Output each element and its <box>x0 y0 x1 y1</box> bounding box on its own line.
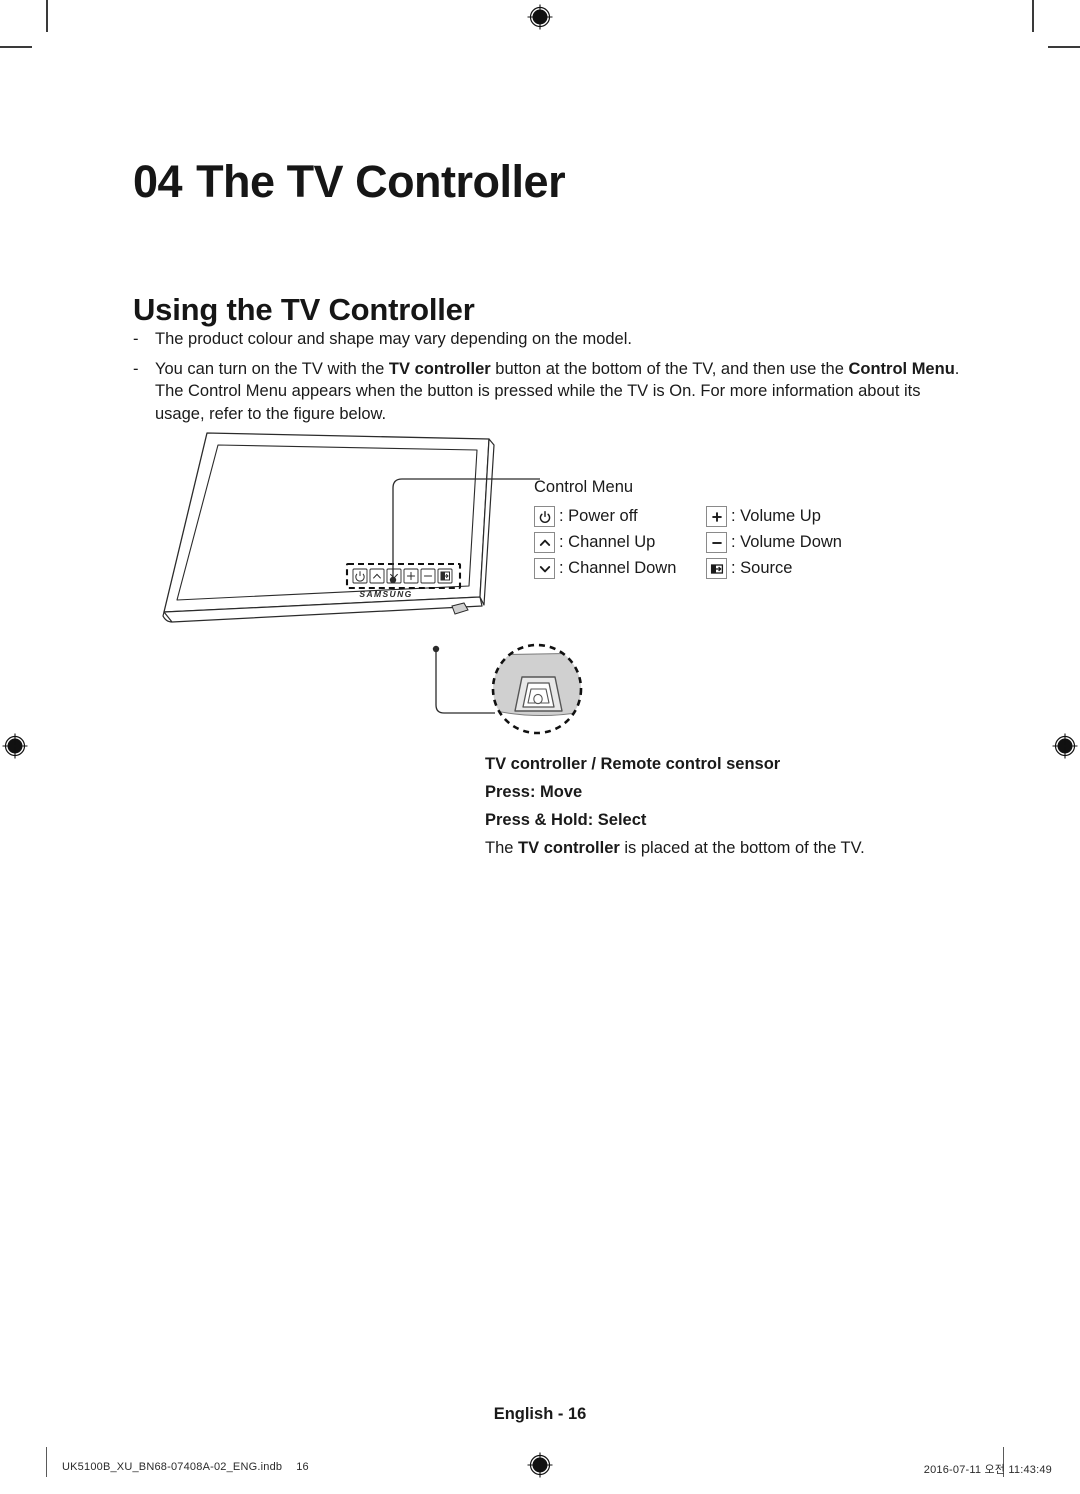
legend-label-channel-up: : Channel Up <box>559 533 656 551</box>
caption-placement-post: is placed at the bottom of the TV. <box>619 839 865 857</box>
tv-controller-detail-callout <box>485 637 589 746</box>
legend-item-channel-down: : Channel Down <box>534 558 706 579</box>
chevron-up-icon <box>534 532 555 553</box>
caption-line-press: Press: Move <box>485 783 583 801</box>
note-text-1: The product colour and shape may vary de… <box>155 330 632 348</box>
registration-mark-bottom <box>527 1452 553 1478</box>
note-text-2: You can turn on the TV with the TV contr… <box>155 359 960 423</box>
control-menu-items: : Power off : Volume Up: Channel Up: V… <box>534 506 842 579</box>
control-menu-title: Control Menu <box>534 478 634 496</box>
notes-list: - The product colour and shape may vary … <box>133 328 961 432</box>
page-number: English - 16 <box>493 1405 587 1423</box>
list-item: - You can turn on the TV with the TV con… <box>133 358 961 426</box>
legend-label-channel-down: : Channel Down <box>559 559 677 577</box>
legend-label-source: : Source <box>731 559 793 577</box>
caption-line-press-hold: Press & Hold: Select <box>485 811 647 829</box>
caption-line-sensor: TV controller / Remote control sensor <box>485 755 781 773</box>
legend-item-volume-up: : Volume Up <box>706 506 842 527</box>
page-title: 04 The TV Controller <box>133 156 566 208</box>
crop-mark-top-left-vertical <box>46 0 48 32</box>
crop-mark-top-right-vertical <box>1032 0 1034 32</box>
legend-label-volume-down: : Volume Down <box>731 533 842 551</box>
legend-item-volume-down: : Volume Down <box>706 532 842 553</box>
print-timestamp: 2016-07-11 오전 11:43:49 <box>923 1464 1052 1476</box>
section-title: Using the TV Controller <box>133 291 475 327</box>
chevron-down-icon <box>534 558 555 579</box>
crop-mark-top-right-horizontal <box>1048 46 1080 48</box>
legend-item-source: : Source <box>706 558 842 579</box>
legend-label-volume-up: : Volume Up <box>731 507 821 525</box>
power-icon <box>534 506 555 527</box>
legend-item-power-off: : Power off <box>534 506 706 527</box>
source-icon <box>706 558 727 579</box>
bullet-dash: - <box>133 330 139 348</box>
footer-rule-left <box>46 1447 48 1477</box>
minus-icon <box>706 532 727 553</box>
print-file-name: UK5100B_XU_BN68-07408A-02_ENG.indb <box>62 1461 283 1473</box>
control-menu-legend: Control Menu : Power off: Volume Up: C… <box>534 478 842 579</box>
legend-label-power-off: : Power off <box>559 507 638 525</box>
print-file-page: 16 <box>296 1461 309 1473</box>
chapter-title-text: The TV Controller <box>196 156 566 208</box>
plus-icon <box>706 506 727 527</box>
list-item: - The product colour and shape may vary … <box>133 328 961 351</box>
registration-mark-top <box>527 4 553 30</box>
caption-placement-pre: The <box>485 839 519 857</box>
chapter-number: 04 <box>133 156 183 208</box>
manual-page: 04 The TV Controller Using the TV Control… <box>0 0 1080 1494</box>
caption-placement-bold: TV controller <box>518 839 620 857</box>
bullet-dash: - <box>133 359 139 378</box>
print-file-info: UK5100B_XU_BN68-07408A-02_ENG.indb 16 <box>62 1461 309 1473</box>
legend-item-channel-up: : Channel Up <box>534 532 706 553</box>
figure-caption: TV controller / Remote control sensor Pr… <box>485 750 985 862</box>
caption-line-placement: The TV controller is placed at the botto… <box>485 834 985 862</box>
crop-mark-top-left-horizontal <box>0 46 32 48</box>
